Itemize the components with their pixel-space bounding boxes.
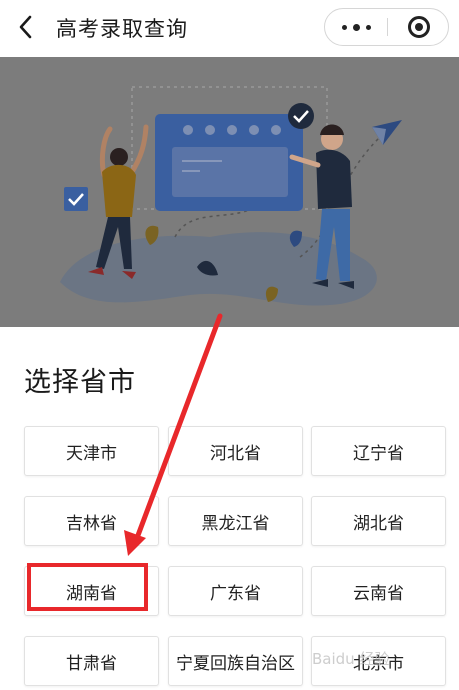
- province-button-yunnan[interactable]: 云南省: [311, 566, 446, 616]
- close-button[interactable]: [388, 9, 449, 45]
- section-title: 选择省市: [24, 367, 136, 398]
- province-button-ningxia[interactable]: 宁夏回族自治区: [168, 636, 303, 686]
- province-button-hubei[interactable]: 湖北省: [311, 496, 446, 546]
- province-button-liaoning[interactable]: 辽宁省: [311, 426, 446, 476]
- page-title: 高考录取查询: [56, 17, 188, 41]
- province-button-gansu[interactable]: 甘肃省: [24, 636, 159, 686]
- province-button-heilongjiang[interactable]: 黑龙江省: [168, 496, 303, 546]
- back-button[interactable]: [12, 12, 42, 42]
- province-button-hunan[interactable]: 湖南省: [24, 566, 159, 616]
- province-button-beijing[interactable]: 北京市: [311, 636, 446, 686]
- banner-image: [0, 57, 459, 327]
- more-dots-icon: [339, 23, 374, 31]
- more-button[interactable]: [325, 9, 387, 45]
- mini-program-capsule: [324, 8, 449, 46]
- people-with-browser-illustration: [60, 86, 402, 306]
- chevron-left-icon: [19, 15, 32, 39]
- province-button-guangdong[interactable]: 广东省: [168, 566, 303, 616]
- province-button-hebei[interactable]: 河北省: [168, 426, 303, 476]
- province-button-tianjin[interactable]: 天津市: [24, 426, 159, 476]
- target-close-icon: [407, 16, 430, 38]
- province-button-jilin[interactable]: 吉林省: [24, 496, 159, 546]
- nav-bar: 高考录取查询: [0, 0, 459, 56]
